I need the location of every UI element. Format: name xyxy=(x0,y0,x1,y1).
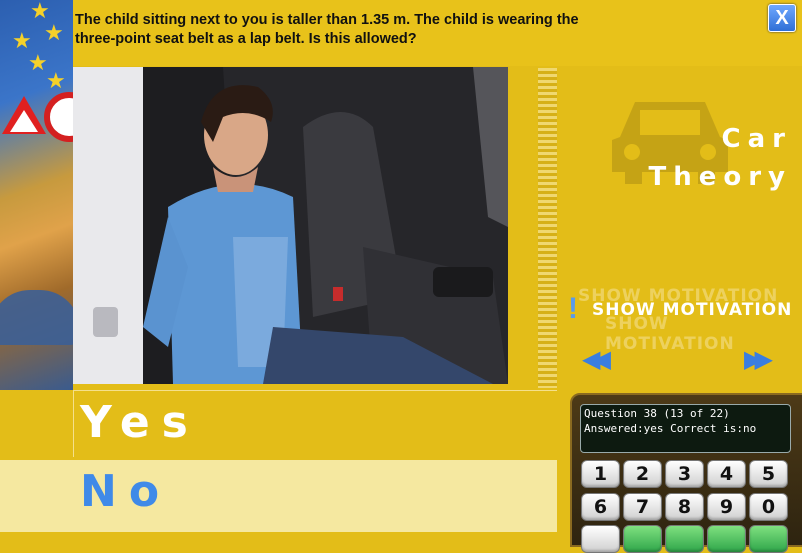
previous-question-button[interactable]: ◀◀ xyxy=(582,347,611,371)
key-2[interactable]: 2 xyxy=(623,460,662,488)
status-display: Question 38 (13 of 22) Answered:yes Corr… xyxy=(580,404,791,453)
keypad-action-key[interactable] xyxy=(707,525,746,553)
keypad-action-key[interactable] xyxy=(749,525,788,553)
key-4[interactable]: 4 xyxy=(707,460,746,488)
key-7[interactable]: 7 xyxy=(623,493,662,521)
key-1[interactable]: 1 xyxy=(581,460,620,488)
question-text: The child sitting next to you is taller … xyxy=(75,12,579,47)
question-photo xyxy=(73,67,508,384)
status-line-question: Question 38 (13 of 22) xyxy=(584,407,730,420)
key-8[interactable]: 8 xyxy=(665,493,704,521)
brand-title-line1: Car xyxy=(721,124,792,154)
close-button[interactable]: X xyxy=(768,4,796,32)
key-3[interactable]: 3 xyxy=(665,460,704,488)
next-question-button[interactable]: ▶▶ xyxy=(744,347,773,371)
answer-option-yes[interactable]: Yes xyxy=(73,391,558,457)
keypad-extra-key[interactable] xyxy=(581,525,620,553)
decorative-stripe xyxy=(538,68,557,388)
keypad-action-key[interactable] xyxy=(665,525,704,553)
side-panel: Car Theory SHOW MOTIVATION SHOW MOTIVATI… xyxy=(510,66,802,392)
answer-option-no[interactable]: No xyxy=(0,460,557,532)
exclamation-icon: ! xyxy=(568,292,578,325)
brand-title-line2: Theory xyxy=(648,162,792,192)
keypad-panel: Question 38 (13 of 22) Answered:yes Corr… xyxy=(570,393,802,553)
key-6[interactable]: 6 xyxy=(581,493,620,521)
answer-label: Yes xyxy=(80,397,200,448)
keypad-action-key[interactable] xyxy=(623,525,662,553)
key-9[interactable]: 9 xyxy=(707,493,746,521)
decorative-side-image: ★ ★ ★ ★ ★ xyxy=(0,0,73,390)
key-5[interactable]: 5 xyxy=(749,460,788,488)
answer-label: No xyxy=(80,466,172,517)
key-0[interactable]: 0 xyxy=(749,493,788,521)
show-motivation-label: SHOW MOTIVATION xyxy=(592,300,793,320)
question-bar: The child sitting next to you is taller … xyxy=(73,0,802,66)
motivation-shadow-text: SHOW MOTIVATION xyxy=(605,314,735,354)
status-line-answer: Answered:yes Correct is:no xyxy=(584,422,757,435)
left-filler xyxy=(0,390,73,460)
